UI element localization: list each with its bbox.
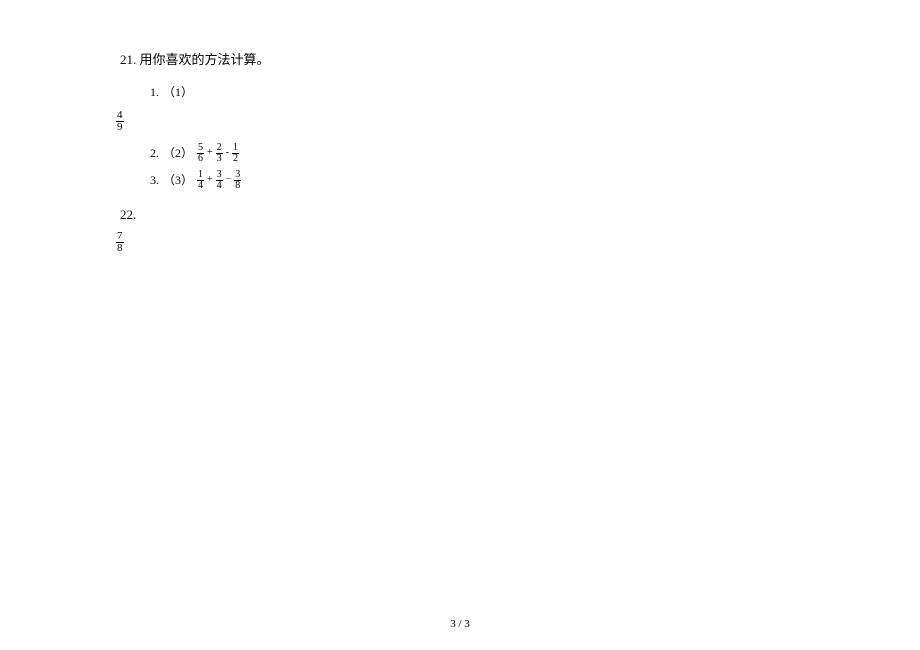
fraction: 3 8 <box>234 170 241 191</box>
q22-fraction: 7 8 <box>116 231 800 254</box>
q21-item-1: 1. （1） <box>150 83 800 102</box>
fraction-4-9: 4 9 <box>116 110 124 133</box>
fraction-den: 6 <box>197 154 204 164</box>
page-number: 3 / 3 <box>0 618 920 630</box>
fraction-den: 8 <box>234 181 241 191</box>
fraction-den: 8 <box>116 243 124 254</box>
q21-item-3-label: （3） <box>163 171 193 190</box>
plus-op: + <box>206 175 214 185</box>
fraction: 3 4 <box>216 170 223 191</box>
minus-op: - <box>225 148 230 158</box>
fraction: 5 6 <box>197 143 204 164</box>
fraction: 1 2 <box>232 143 239 164</box>
q21-item-1-label: （1） <box>163 83 193 102</box>
q21-title-text: 用你喜欢的方法计算。 <box>140 52 270 67</box>
minus-op: − <box>225 175 233 185</box>
fraction-den: 3 <box>216 154 223 164</box>
q22-number: 22. <box>120 207 136 222</box>
fraction-7-8: 7 8 <box>116 231 124 254</box>
plus-op: + <box>206 148 214 158</box>
fraction-den: 2 <box>232 154 239 164</box>
q21-item-2-num: 2. <box>150 144 159 163</box>
q21-item-3-expr: 1 4 + 3 4 − 3 8 <box>197 170 241 191</box>
q21-number: 21. <box>120 52 136 67</box>
q21-item-2-label: （2） <box>163 144 193 163</box>
fraction: 2 3 <box>216 143 223 164</box>
q21-item-2: 2. （2） 5 6 + 2 3 - 1 2 <box>150 143 800 164</box>
q21-isolated-fraction-1: 4 9 <box>116 110 800 133</box>
q21-item-3: 3. （3） 1 4 + 3 4 − 3 8 <box>150 170 800 191</box>
page-number-text: 3 / 3 <box>450 618 470 630</box>
q21-item-3-num: 3. <box>150 171 159 190</box>
fraction-den: 4 <box>197 181 204 191</box>
page-content: 21. 用你喜欢的方法计算。 1. （1） 4 9 2. （2） 5 6 + 2… <box>120 50 800 264</box>
q22-title: 22. <box>120 207 800 223</box>
q21-title: 21. 用你喜欢的方法计算。 <box>120 50 800 71</box>
q21-item-1-num: 1. <box>150 83 159 102</box>
fraction-den: 4 <box>216 181 223 191</box>
q21-item-2-expr: 5 6 + 2 3 - 1 2 <box>197 143 239 164</box>
fraction: 1 4 <box>197 170 204 191</box>
fraction-den: 9 <box>116 122 124 133</box>
